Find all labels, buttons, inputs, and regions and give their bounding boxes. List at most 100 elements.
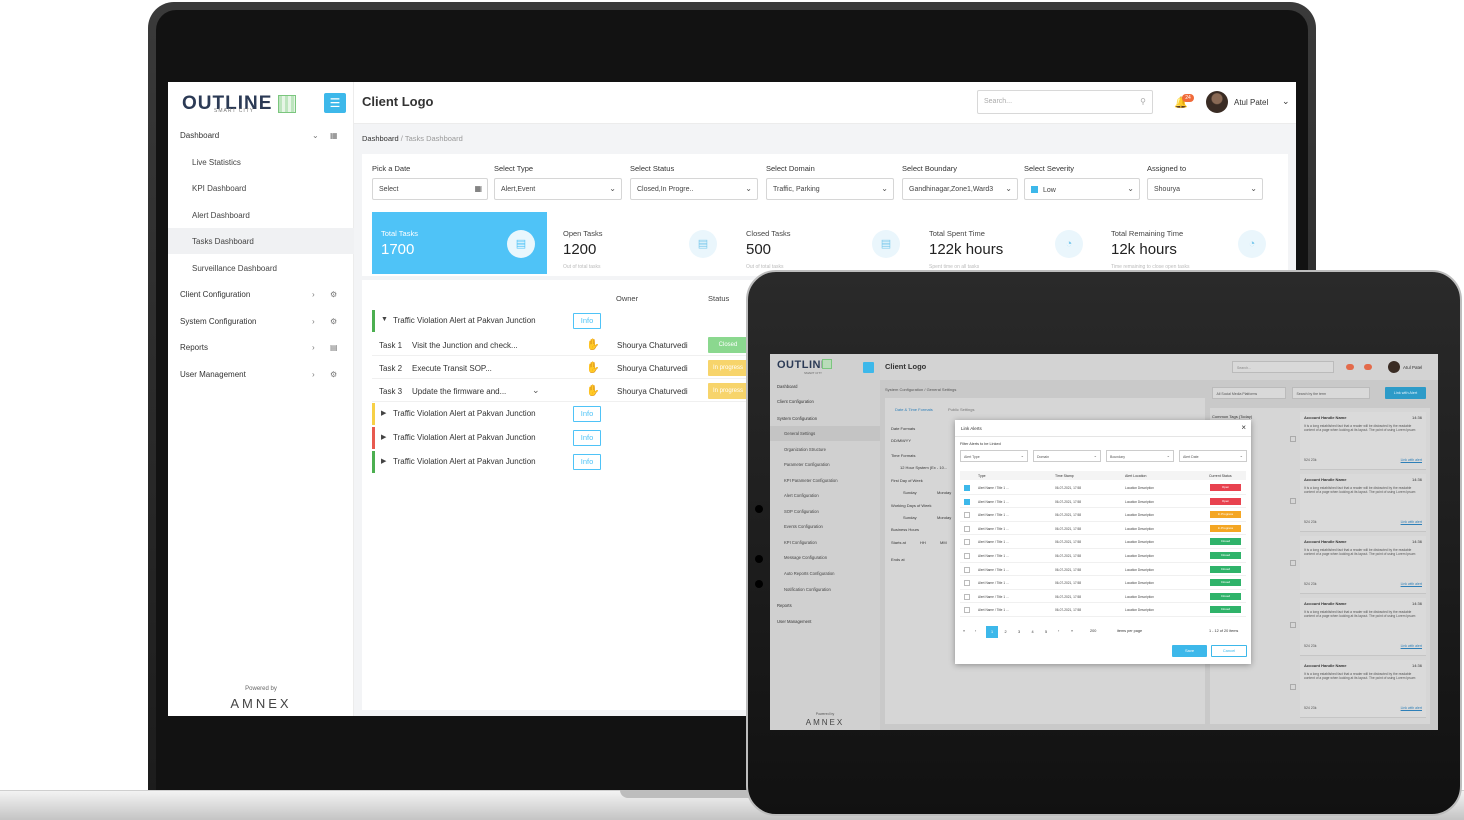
sidebar-item[interactable]: Alert Dashboard bbox=[168, 202, 354, 228]
close-icon[interactable]: × bbox=[1241, 423, 1246, 432]
first-page-icon[interactable]: « bbox=[963, 629, 965, 633]
tablet-user-name[interactable]: Atul Patel bbox=[1403, 365, 1422, 370]
stat-card[interactable]: Open Tasks 1200 Out of total tasks ▤ bbox=[554, 212, 729, 274]
row-checkbox[interactable] bbox=[964, 512, 970, 519]
per-page-select[interactable]: 200 bbox=[1090, 629, 1096, 633]
tablet-term-search[interactable]: Search by the term bbox=[1292, 387, 1370, 399]
tablet-feed-card[interactable]: Account Handle Name 14:36 It is a long est… bbox=[1300, 660, 1426, 718]
hand-icon[interactable]: ✋ bbox=[586, 361, 600, 374]
tablet-settings-field[interactable]: MM bbox=[940, 540, 947, 545]
search-input[interactable]: Search... ⚲ bbox=[977, 90, 1153, 114]
sidebar-item[interactable]: User Management › ⚙ bbox=[168, 361, 354, 387]
info-button[interactable]: Info bbox=[573, 454, 601, 470]
row-checkbox[interactable] bbox=[964, 566, 970, 573]
tablet-link-with-alert-button[interactable]: Link with Alert bbox=[1385, 387, 1426, 399]
tablet-tab-date-time[interactable]: Date & Time Formats bbox=[895, 407, 933, 412]
table-row[interactable]: Alert Name / Title 1 ... 06-07-2021, 17:5… bbox=[960, 590, 1246, 604]
sidebar-item[interactable]: Client Configuration › ⚙ bbox=[168, 281, 354, 307]
tablet-sidebar-item[interactable]: General Settings bbox=[770, 426, 880, 441]
link-with-alert-link[interactable]: Link with alert bbox=[1401, 706, 1422, 710]
chevron-down-icon[interactable]: ⌄ bbox=[1282, 96, 1290, 107]
tablet-user-avatar[interactable] bbox=[1388, 361, 1400, 373]
filter-select[interactable]: Traffic, Parking ⌄ bbox=[766, 178, 894, 200]
page-button[interactable]: 3 bbox=[1013, 626, 1025, 638]
table-row[interactable]: Alert Name / Title 1 ... 06-07-2021, 17:5… bbox=[960, 495, 1246, 509]
tablet-sidebar-item[interactable]: User Management bbox=[770, 614, 880, 629]
link-with-alert-link[interactable]: Link with alert bbox=[1401, 458, 1422, 462]
alert-row[interactable]: ▼ Traffic Violation Alert at Pakvan Junct… bbox=[372, 310, 752, 332]
cancel-button[interactable]: Cancel bbox=[1211, 645, 1247, 657]
sidebar-item[interactable]: KPI Dashboard bbox=[168, 175, 354, 201]
stat-card[interactable]: Total Tasks 1700 ▤ bbox=[372, 212, 547, 274]
tablet-notification-badge[interactable] bbox=[1364, 364, 1372, 370]
tablet-sidebar-item[interactable]: Auto Reports Configuration bbox=[770, 566, 880, 581]
table-row[interactable]: Alert Name / Title 1 ... 06-07-2021, 17:5… bbox=[960, 508, 1246, 522]
table-row[interactable]: Alert Name / Title 1 ... 06-07-2021, 17:5… bbox=[960, 603, 1246, 617]
page-button[interactable]: 4 bbox=[1027, 626, 1039, 638]
alert-row[interactable]: ▶ Traffic Violation Alert at Pakvan Junct… bbox=[372, 403, 752, 425]
caret-right-icon[interactable]: ▶ bbox=[381, 457, 386, 465]
row-checkbox[interactable] bbox=[964, 539, 970, 546]
last-page-icon[interactable]: » bbox=[1071, 629, 1073, 633]
row-checkbox[interactable] bbox=[964, 485, 970, 491]
alert-row[interactable]: ▶ Traffic Violation Alert at Pakvan Junct… bbox=[372, 451, 752, 473]
tablet-feed-card[interactable]: Account Handle Name 14:36 It is a long est… bbox=[1300, 412, 1426, 470]
feed-checkbox[interactable] bbox=[1290, 560, 1296, 566]
tablet-feed-card[interactable]: Account Handle Name 14:36 It is a long est… bbox=[1300, 474, 1426, 532]
feed-checkbox[interactable] bbox=[1290, 684, 1296, 690]
tablet-sidebar-item[interactable]: Dashboard bbox=[770, 379, 880, 394]
breadcrumb-root[interactable]: Dashboard bbox=[362, 134, 399, 143]
sidebar-item[interactable]: Tasks Dashboard bbox=[168, 228, 354, 254]
prev-page-icon[interactable]: ‹ bbox=[975, 629, 976, 633]
tablet-platform-select[interactable]: All Social Media Platforms bbox=[1212, 387, 1286, 399]
tablet-feed-card[interactable]: Account Handle Name 14:36 It is a long est… bbox=[1300, 598, 1426, 656]
tablet-settings-field[interactable]: HH bbox=[920, 540, 926, 545]
table-row[interactable]: Task 1 Visit the Junction and check... ✋ Sh… bbox=[372, 334, 752, 356]
table-row[interactable]: Task 3 Update the firmware and... ⌄ ✋ Shoury… bbox=[372, 380, 752, 402]
feed-checkbox[interactable] bbox=[1290, 622, 1296, 628]
link-with-alert-link[interactable]: Link with alert bbox=[1401, 644, 1422, 648]
sidebar-item[interactable]: Dashboard ⌄ ▦ bbox=[168, 122, 354, 148]
table-row[interactable]: Alert Name / Title 1 ... 06-07-2021, 17:5… bbox=[960, 522, 1246, 536]
filter-select[interactable]: Shourya ⌄ bbox=[1147, 178, 1263, 200]
filter-select[interactable]: Low ⌄ bbox=[1024, 178, 1140, 200]
row-checkbox[interactable] bbox=[964, 580, 970, 587]
tablet-sidebar-item[interactable]: Events Configuration bbox=[770, 519, 880, 534]
feed-checkbox[interactable] bbox=[1290, 436, 1296, 442]
sidebar-item[interactable]: System Configuration › ⚙ bbox=[168, 308, 354, 334]
table-row[interactable]: Alert Name / Title 1 ... 06-07-2021, 17:5… bbox=[960, 535, 1246, 549]
caret-right-icon[interactable]: ▶ bbox=[381, 409, 386, 417]
row-checkbox[interactable] bbox=[964, 498, 970, 505]
tablet-sidebar-item[interactable]: Notification Configuration bbox=[770, 582, 880, 597]
stat-card[interactable]: Total Spent Time 122k hours Spent time on … bbox=[920, 212, 1095, 274]
tablet-sidebar-item[interactable]: Client Configuration bbox=[770, 394, 880, 409]
info-button[interactable]: Info bbox=[573, 313, 601, 329]
row-checkbox[interactable] bbox=[964, 553, 970, 559]
user-name[interactable]: Atul Patel bbox=[1234, 98, 1268, 107]
tablet-sidebar-item[interactable]: SOP Configuration bbox=[770, 504, 880, 519]
tablet-settings-field[interactable]: DD/MM/YY bbox=[891, 438, 911, 443]
caret-down-icon[interactable]: ▼ bbox=[381, 316, 388, 323]
save-button[interactable]: Save bbox=[1172, 645, 1207, 657]
caret-right-icon[interactable]: ▶ bbox=[381, 433, 386, 441]
tablet-sidebar-item[interactable]: System Configuration bbox=[770, 411, 880, 426]
tablet-sidebar-item[interactable]: Message Configuration bbox=[770, 550, 880, 565]
filter-select[interactable]: Select ▦ bbox=[372, 178, 488, 200]
filter-select[interactable]: Gandhinagar,Zone1,Ward3 ⌄ bbox=[902, 178, 1018, 200]
tablet-sidebar-item[interactable]: Reports bbox=[770, 598, 880, 613]
tablet-menu-toggle-button[interactable] bbox=[863, 362, 874, 373]
next-page-icon[interactable]: › bbox=[1058, 629, 1059, 633]
filter-select[interactable]: Closed,In Progre.. ⌄ bbox=[630, 178, 758, 200]
modal-filter-select[interactable]: Alert Date ⌄ bbox=[1179, 450, 1247, 462]
table-row[interactable]: Alert Name / Title 1 ... 06-07-2021, 17:5… bbox=[960, 549, 1246, 563]
row-checkbox[interactable] bbox=[964, 607, 970, 614]
table-row[interactable]: Task 2 Execute Transit SOP... ✋ Shourya Cha… bbox=[372, 357, 752, 379]
column-header-status[interactable]: Status bbox=[708, 294, 729, 303]
user-avatar[interactable] bbox=[1206, 91, 1228, 113]
filter-select[interactable]: Alert,Event ⌄ bbox=[494, 178, 622, 200]
row-checkbox[interactable] bbox=[964, 525, 970, 532]
stat-card[interactable]: Total Remaining Time 12k hours Time remain… bbox=[1102, 212, 1278, 274]
sidebar-item[interactable]: Reports › ▤ bbox=[168, 334, 354, 360]
tablet-sidebar-item[interactable]: KPI Parameter Configuration bbox=[770, 473, 880, 488]
table-row[interactable]: Alert Name / Title 1 ... 06-07-2021, 17:5… bbox=[960, 576, 1246, 590]
